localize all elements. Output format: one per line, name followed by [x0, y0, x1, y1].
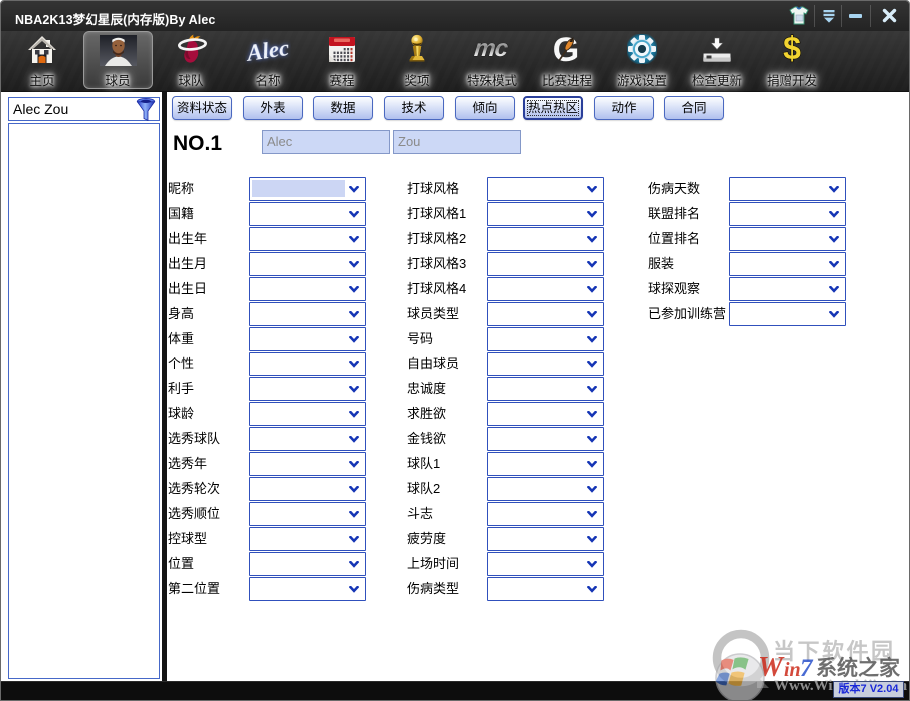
- svg-text:Alec: Alec: [245, 35, 291, 66]
- svg-text:$: $: [783, 33, 801, 63]
- svg-text:mc: mc: [473, 37, 510, 61]
